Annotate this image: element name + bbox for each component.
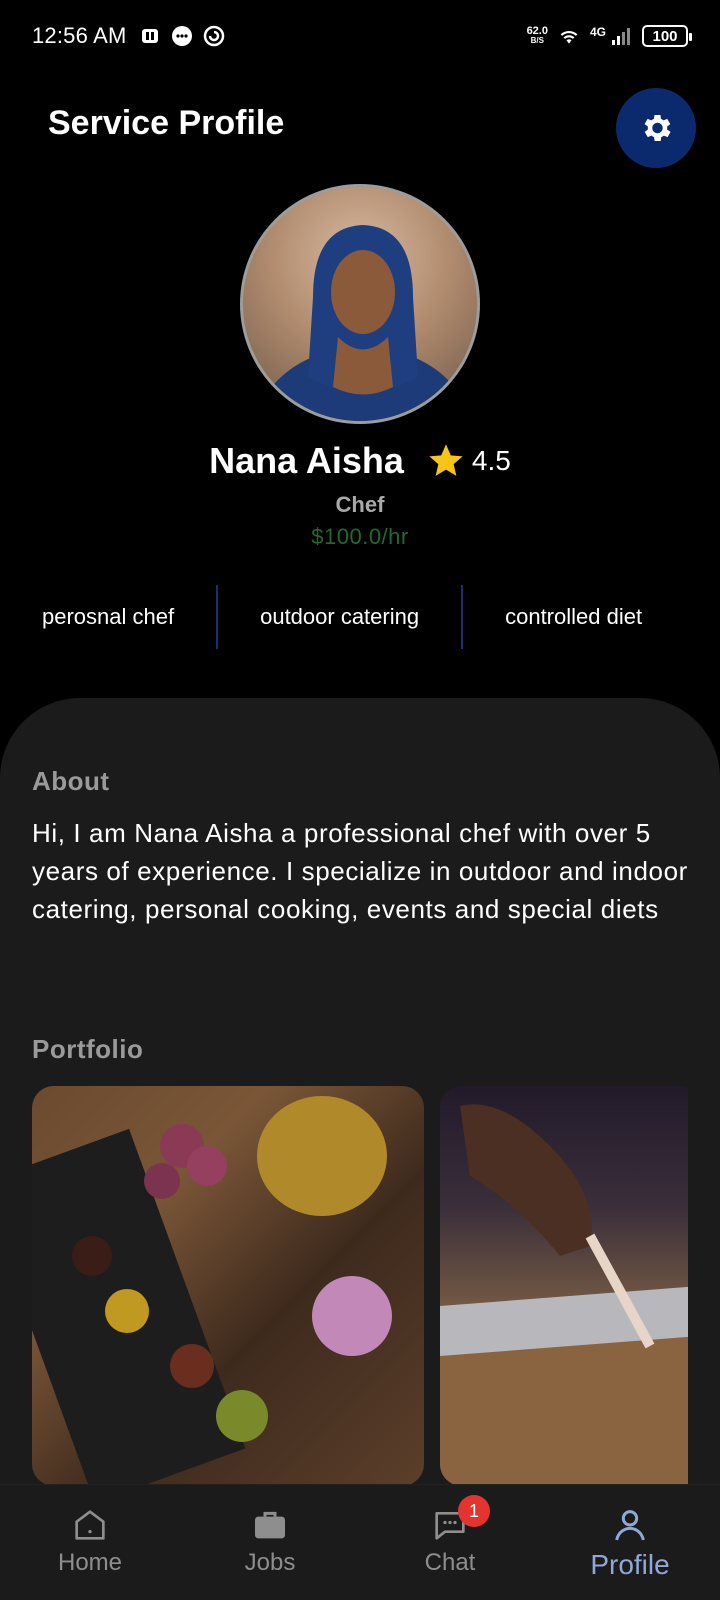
tag-item[interactable]: outdoor catering [218, 584, 461, 650]
app-notification-icon [139, 25, 161, 47]
notification-icons [139, 25, 225, 47]
nav-label: Profile [590, 1549, 670, 1580]
nav-label: Chat [424, 1549, 476, 1576]
nav-label: Jobs [244, 1549, 296, 1576]
tag-item[interactable]: perosnal chef [0, 584, 216, 650]
chat-badge: 1 [458, 1495, 490, 1527]
profile-avatar[interactable] [240, 184, 480, 424]
portfolio-image[interactable] [32, 1086, 424, 1484]
profile-role: Chef [335, 492, 385, 517]
home-icon [75, 1510, 105, 1540]
network-type: 4G [589, 25, 606, 39]
rating: 4.5 [426, 441, 511, 481]
battery-indicator: 100 [642, 25, 692, 47]
nav-profile[interactable]: Profile [540, 1485, 720, 1600]
bottom-navigation: Home Jobs 1 Chat Profile [0, 1484, 720, 1600]
battery-level: 100 [652, 27, 678, 45]
hourly-rate: $100.0/hr [311, 524, 409, 549]
profile-icon [615, 1510, 645, 1541]
status-right: 62.0 B/S 4G 100 [527, 25, 692, 47]
about-heading: About [32, 766, 110, 796]
rice-tray-image [440, 1104, 688, 1484]
signal-icon [610, 25, 632, 47]
about-text: Hi, I am Nana Aisha a professional chef … [32, 818, 688, 924]
network-speed: 62.0 B/S [527, 26, 548, 46]
nav-label: Home [57, 1549, 123, 1576]
gear-icon [644, 114, 671, 142]
wifi-icon [558, 25, 580, 47]
page-title: Service Profile [48, 104, 285, 142]
briefcase-icon [255, 1511, 285, 1539]
food-platter-image [32, 1096, 392, 1484]
portfolio-heading: Portfolio [32, 1034, 144, 1064]
portfolio-image[interactable] [440, 1086, 688, 1484]
portfolio-gallery[interactable] [32, 1086, 688, 1484]
network-speed-unit: B/S [530, 36, 544, 45]
tag-item[interactable]: controlled diet [463, 584, 684, 650]
status-bar: 12:56 AM 62.0 B/S 4G 100 [0, 0, 720, 72]
nav-chat[interactable]: 1 Chat [360, 1485, 540, 1600]
service-tags[interactable]: perosnal chef outdoor catering controlle… [0, 584, 688, 650]
sync-icon [203, 25, 225, 47]
rating-value: 4.5 [471, 445, 511, 476]
nav-jobs[interactable]: Jobs [180, 1485, 360, 1600]
nav-home[interactable]: Home [0, 1485, 180, 1600]
settings-button[interactable] [616, 88, 696, 168]
status-time: 12:56 AM [32, 23, 127, 48]
star-icon [429, 444, 463, 476]
profile-name: Nana Aisha [209, 440, 404, 481]
avatar-portrait [254, 225, 472, 421]
name-row: Nana Aisha 4.5 [0, 440, 720, 482]
network-speed-value: 62.0 [526, 25, 548, 37]
messages-icon [171, 25, 193, 47]
